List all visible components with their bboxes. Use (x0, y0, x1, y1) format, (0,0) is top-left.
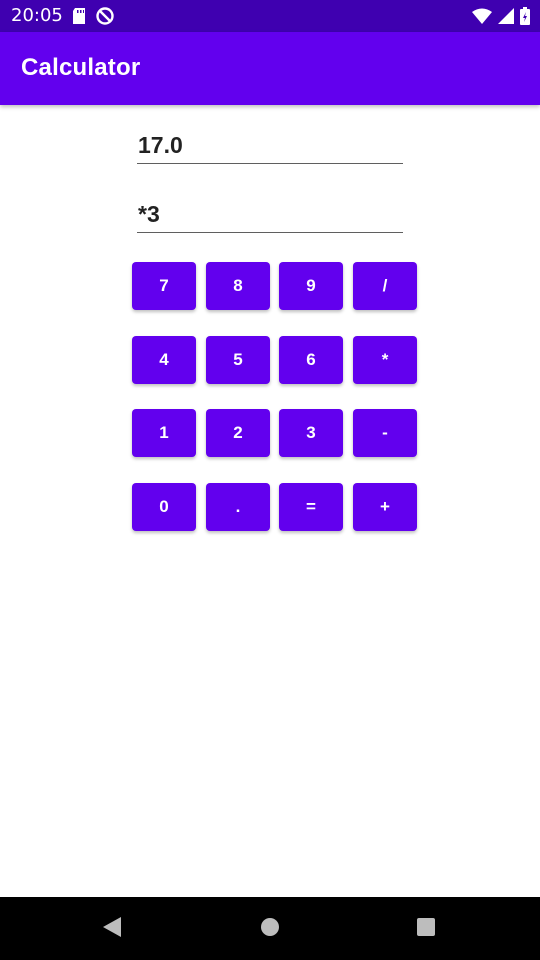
signal-icon (498, 8, 514, 24)
key-8-button[interactable]: 8 (206, 262, 270, 310)
key-decimal-button[interactable]: . (206, 483, 270, 531)
expression-value: *3 (138, 201, 160, 227)
back-button[interactable] (72, 897, 152, 960)
do-not-disturb-icon (96, 7, 114, 25)
status-left-icons (72, 6, 114, 26)
home-icon (260, 917, 280, 941)
key-0-button[interactable]: 0 (132, 483, 196, 531)
result-field[interactable]: 17.0 (137, 130, 403, 164)
app-bar: Calculator (0, 32, 540, 105)
result-value: 17.0 (138, 132, 183, 158)
home-button[interactable] (230, 897, 310, 960)
back-icon (102, 916, 122, 942)
status-bar: 20:05 (0, 0, 540, 32)
key-multiply-button[interactable]: * (353, 336, 417, 384)
app-title: Calculator (21, 54, 141, 81)
key-5-button[interactable]: 5 (206, 336, 270, 384)
battery-icon (520, 7, 530, 25)
recents-icon (416, 917, 436, 941)
wifi-icon (472, 8, 492, 24)
key-divide-button[interactable]: / (353, 262, 417, 310)
key-9-button[interactable]: 9 (279, 262, 343, 310)
key-4-button[interactable]: 4 (132, 336, 196, 384)
sd-card-icon (72, 8, 86, 24)
key-equals-button[interactable]: = (279, 483, 343, 531)
key-1-button[interactable]: 1 (132, 409, 196, 457)
key-7-button[interactable]: 7 (132, 262, 196, 310)
key-subtract-button[interactable]: - (353, 409, 417, 457)
status-right-icons (472, 6, 530, 26)
key-3-button[interactable]: 3 (279, 409, 343, 457)
navigation-bar (0, 897, 540, 960)
status-time: 20:05 (11, 5, 63, 26)
key-6-button[interactable]: 6 (279, 336, 343, 384)
expression-field[interactable]: *3 (137, 199, 403, 233)
recents-button[interactable] (386, 897, 466, 960)
key-2-button[interactable]: 2 (206, 409, 270, 457)
key-add-button[interactable]: + (353, 483, 417, 531)
